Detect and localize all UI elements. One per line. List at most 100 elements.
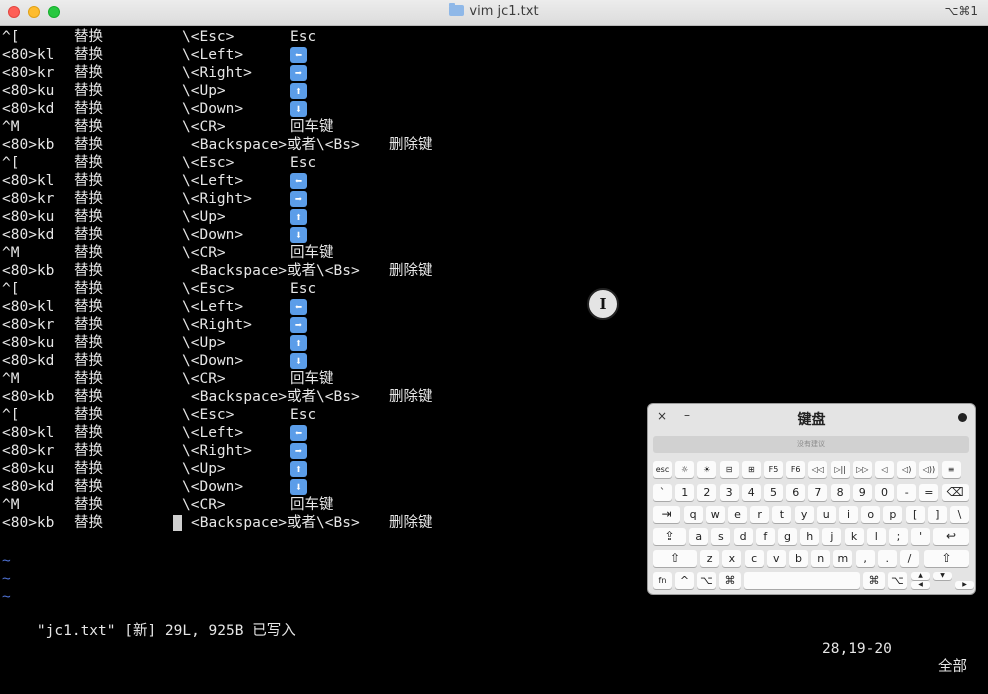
key[interactable]: w — [705, 506, 725, 523]
function-key[interactable]: ☼ — [675, 461, 695, 478]
key[interactable]: m — [833, 550, 853, 567]
caps-lock-key[interactable]: ⇪ — [653, 528, 686, 545]
action-label: 替换 — [74, 479, 103, 495]
key[interactable]: 3 — [719, 484, 739, 501]
key[interactable]: y — [794, 506, 814, 523]
key[interactable]: ' — [911, 528, 931, 545]
key[interactable]: s — [711, 528, 731, 545]
key[interactable]: e — [728, 506, 747, 523]
key[interactable]: r — [750, 506, 770, 523]
key[interactable]: f — [755, 528, 775, 545]
key[interactable]: 9 — [852, 484, 872, 501]
key[interactable]: d — [733, 528, 753, 545]
return-key[interactable]: ↩ — [933, 528, 969, 545]
key[interactable]: b — [789, 550, 808, 567]
key[interactable]: l — [866, 528, 886, 545]
arrow-right-key[interactable]: ▶ — [955, 581, 974, 589]
key-description: 回车键 — [290, 119, 334, 135]
key[interactable]: ` — [653, 484, 672, 501]
command-key[interactable]: ⌘ — [719, 572, 741, 589]
tab-key[interactable]: ⇥ — [653, 506, 680, 523]
key[interactable]: \ — [950, 506, 969, 523]
function-key[interactable]: ◁ — [875, 461, 894, 478]
key[interactable]: 2 — [697, 484, 717, 501]
fn-key[interactable]: fn — [653, 572, 672, 589]
key[interactable]: j — [822, 528, 842, 545]
key[interactable]: 6 — [786, 484, 806, 501]
key-sequence: <80>kl — [2, 47, 55, 63]
action-label: 替换 — [74, 443, 103, 459]
option-key[interactable]: ⌥ — [888, 572, 907, 589]
key-sequence: <80>kr — [2, 443, 55, 459]
key[interactable]: v — [766, 550, 786, 567]
key[interactable]: ; — [889, 528, 908, 545]
key[interactable]: t — [772, 506, 792, 523]
key-notation: \<Down> — [182, 101, 244, 117]
vim-status-line: "jc1.txt" [新] 29L, 925B 已写入 28,19-20 全部 — [2, 604, 986, 675]
key[interactable]: 7 — [808, 484, 828, 501]
down-arrow-icon: ⬇ — [290, 101, 307, 117]
key[interactable]: 4 — [741, 484, 761, 501]
key[interactable]: 8 — [830, 484, 850, 501]
key[interactable]: g — [778, 528, 797, 545]
key[interactable]: n — [811, 550, 831, 567]
function-key[interactable]: ◁) — [897, 461, 917, 478]
key[interactable]: - — [897, 484, 917, 501]
action-label: 替换 — [74, 263, 103, 279]
function-key[interactable]: ☀ — [697, 461, 717, 478]
delete-key[interactable]: ⌫ — [941, 484, 969, 501]
left-arrow-icon: ⬅ — [290, 173, 307, 189]
function-key[interactable]: ⊟ — [719, 461, 739, 478]
function-key[interactable]: F6 — [786, 461, 806, 478]
action-label: 替换 — [74, 173, 103, 189]
key[interactable]: a — [689, 528, 709, 545]
arrow-up-key[interactable]: ▲ — [911, 572, 930, 580]
key[interactable]: 5 — [764, 484, 783, 501]
key-sequence: <80>ku — [2, 335, 55, 351]
function-key[interactable]: ≡ — [941, 461, 961, 478]
key-notation: \<Up> — [182, 209, 226, 225]
action-label: 替换 — [74, 461, 103, 477]
arrow-left-key[interactable]: ◀ — [911, 581, 930, 589]
function-key[interactable]: ◁◁ — [808, 461, 828, 478]
key[interactable]: 0 — [875, 484, 894, 501]
scroll-mode: 全部 — [938, 659, 967, 675]
key[interactable]: . — [877, 550, 897, 567]
control-key[interactable]: ^ — [675, 572, 694, 589]
key[interactable]: ] — [927, 506, 947, 523]
key[interactable]: z — [700, 550, 720, 567]
command-key[interactable]: ⌘ — [863, 572, 885, 589]
key[interactable]: h — [800, 528, 820, 545]
key-description: 删除键 — [389, 263, 433, 279]
key[interactable]: x — [722, 550, 742, 567]
key[interactable]: [ — [905, 506, 925, 523]
function-key[interactable]: ▷▷ — [852, 461, 872, 478]
keyboard-options-icon[interactable] — [958, 413, 967, 422]
key[interactable]: , — [855, 550, 875, 567]
key[interactable]: o — [861, 506, 881, 523]
function-key[interactable]: F5 — [764, 461, 783, 478]
key[interactable]: 1 — [675, 484, 695, 501]
key-sequence: <80>kl — [2, 425, 55, 441]
key[interactable]: k — [844, 528, 864, 545]
key[interactable]: u — [816, 506, 836, 523]
key[interactable]: / — [900, 550, 919, 567]
key[interactable]: p — [883, 506, 903, 523]
function-key[interactable]: ◁)) — [919, 461, 939, 478]
option-key[interactable]: ⌥ — [697, 572, 716, 589]
function-key[interactable]: ⊞ — [741, 461, 761, 478]
key[interactable]: q — [683, 506, 703, 523]
key-notation: \<Up> — [182, 461, 226, 477]
key[interactable]: = — [919, 484, 939, 501]
right-shift-key[interactable]: ⇧ — [924, 550, 969, 567]
left-shift-key[interactable]: ⇧ — [653, 550, 697, 567]
function-key[interactable]: esc — [653, 461, 672, 478]
key[interactable]: i — [839, 506, 858, 523]
action-label: 替换 — [74, 317, 103, 333]
right-arrow-icon: ➡ — [290, 443, 307, 459]
left-arrow-icon: ⬅ — [290, 425, 307, 441]
key[interactable]: c — [744, 550, 764, 567]
space-key[interactable] — [744, 572, 860, 589]
arrow-down-key[interactable]: ▼ — [933, 572, 952, 580]
function-key[interactable]: ▷|| — [830, 461, 850, 478]
